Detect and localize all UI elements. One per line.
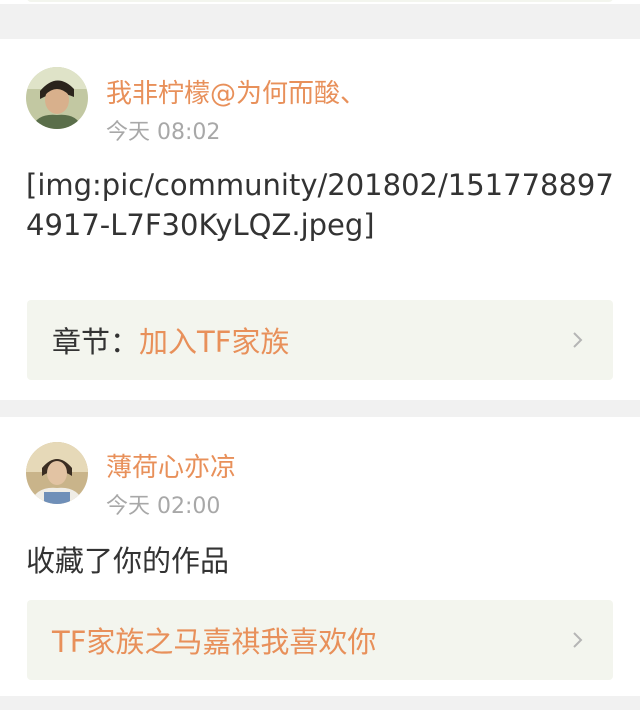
- work-title: TF家族之马嘉祺我喜欢你: [52, 625, 377, 659]
- chevron-right-icon: [573, 332, 583, 348]
- chapter-link-bar[interactable]: 章节： 加入TF家族: [27, 300, 613, 380]
- chapter-title: 加入TF家族: [139, 325, 290, 359]
- username[interactable]: 薄荷心亦凉: [106, 447, 236, 484]
- chevron-right-icon: [573, 632, 583, 648]
- chapter-link-text: 章节： 加入TF家族: [52, 300, 289, 380]
- post-content: 收藏了你的作品: [26, 544, 230, 578]
- user-avatar[interactable]: [26, 442, 88, 504]
- work-link-bar[interactable]: TF家族之马嘉祺我喜欢你: [27, 600, 613, 680]
- previous-post-link-bar[interactable]: [27, 0, 613, 2]
- post-card: 薄荷心亦凉 今天 02:00 收藏了你的作品 TF家族之马嘉祺我喜欢你: [0, 417, 640, 696]
- post-time: 今天 02:00: [106, 494, 221, 519]
- post-content: [img:pic/community/201802/1517788974917-…: [26, 168, 614, 242]
- work-link-text: TF家族之马嘉祺我喜欢你: [52, 600, 376, 680]
- previous-post-card: [0, 0, 640, 4]
- avatar-photo-icon: [26, 442, 88, 504]
- user-avatar[interactable]: [26, 67, 88, 129]
- post-card: 我非柠檬@为何而酸、 今天 08:02 [img:pic/community/2…: [0, 39, 640, 400]
- post-time: 今天 08:02: [106, 120, 221, 145]
- avatar-photo-icon: [26, 67, 88, 129]
- chapter-label: 章节：: [52, 325, 140, 359]
- username[interactable]: 我非柠檬@为何而酸、: [106, 73, 366, 110]
